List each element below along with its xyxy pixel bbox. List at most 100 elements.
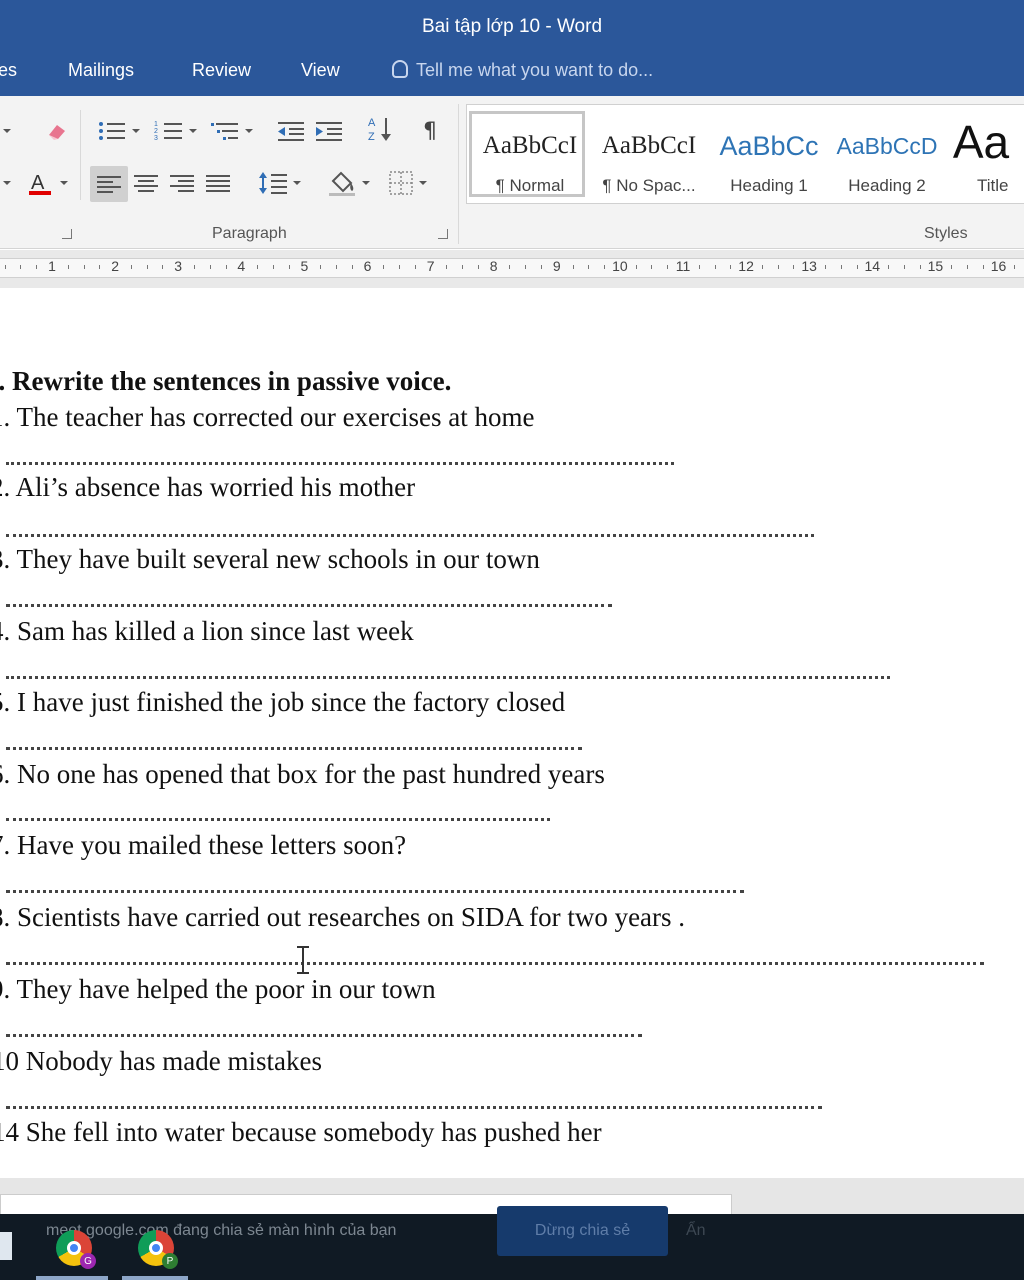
- font-dialog-launcher[interactable]: [62, 229, 72, 239]
- ruler-number: 6: [363, 258, 372, 274]
- paragraph-group-label: Paragraph: [212, 225, 287, 242]
- sentence-8: 8. Scientists have carried out researche…: [0, 902, 686, 932]
- ruler-tick: [67, 265, 69, 269]
- pilcrow-icon: ¶: [423, 118, 437, 144]
- tab-references[interactable]: es: [0, 60, 17, 81]
- answer-line-10[interactable]: [6, 1098, 822, 1109]
- borders-button[interactable]: [380, 168, 434, 198]
- sentence-9: 9. They have helped the poor in our town: [0, 974, 436, 1004]
- ruler-tick: [462, 265, 464, 269]
- tab-mailings[interactable]: Mailings: [68, 60, 134, 81]
- style-title-sample: Aa: [952, 116, 1010, 168]
- sentence-14: 14 She fell into water because somebody …: [0, 1117, 602, 1147]
- ruler-number: 2: [111, 258, 119, 274]
- sort-button[interactable]: AZ: [362, 114, 398, 144]
- align-left-button[interactable]: [90, 166, 128, 202]
- file-explorer-icon[interactable]: [0, 1232, 12, 1260]
- style-heading-1-name: Heading 1: [730, 176, 808, 195]
- decrease-indent-button[interactable]: [272, 116, 310, 146]
- line-spacing-icon: [258, 172, 287, 194]
- ruler-tick: [667, 265, 669, 269]
- svg-text:2: 2: [154, 128, 158, 135]
- show-formatting-button[interactable]: ¶: [414, 116, 446, 146]
- ruler-tick: [572, 265, 574, 269]
- style-heading-1[interactable]: AaBbCc Heading 1: [711, 111, 827, 197]
- sentence-7: 7. Have you mailed these letters soon?: [0, 830, 407, 860]
- lightbulb-icon: [392, 60, 408, 78]
- tell-me-search[interactable]: Tell me what you want to do...: [392, 60, 653, 81]
- line-spacing-button[interactable]: [254, 168, 304, 198]
- stop-sharing-button[interactable]: Dừng chia sẻ: [497, 1206, 668, 1256]
- bullets-icon: [98, 122, 125, 140]
- paragraph-dialog-launcher[interactable]: [438, 229, 448, 239]
- answer-line-3[interactable]: [6, 596, 612, 607]
- answer-line-4[interactable]: [6, 668, 890, 679]
- style-normal[interactable]: AaBbCcI ¶ Normal: [469, 111, 585, 197]
- tab-view[interactable]: View: [301, 60, 340, 81]
- document-page[interactable]: I. Rewrite the sentences in passive voic…: [0, 290, 1024, 1180]
- ruler-tick: [446, 265, 448, 269]
- font-size-dropdown[interactable]: [0, 116, 14, 146]
- chrome-profile-g-icon[interactable]: G: [56, 1230, 96, 1269]
- text-cursor-icon: [296, 946, 310, 974]
- paint-bucket-icon: [328, 171, 355, 196]
- increase-indent-icon: [316, 122, 342, 141]
- align-center-button[interactable]: [128, 168, 164, 198]
- ruler-number: 1: [48, 258, 56, 274]
- ruler-tick: [4, 265, 6, 269]
- shading-button[interactable]: [322, 168, 374, 198]
- highlight-dropdown[interactable]: [0, 168, 14, 198]
- eraser-icon: [49, 125, 65, 140]
- clear-formatting-button[interactable]: [42, 116, 72, 146]
- ruler-number: 7: [426, 258, 435, 274]
- answer-line-2[interactable]: [6, 526, 814, 537]
- ruler-tick: [146, 265, 148, 269]
- font-color-icon: A: [28, 172, 51, 195]
- ruler-tick: [730, 265, 732, 269]
- multilevel-list-button[interactable]: [206, 116, 256, 146]
- style-no-spacing[interactable]: AaBbCcI ¶ No Spac...: [591, 111, 707, 197]
- tab-review[interactable]: Review: [192, 60, 251, 81]
- styles-group-label: Styles: [924, 225, 968, 242]
- hide-sharing-button[interactable]: Ẩn: [686, 1222, 706, 1240]
- ruler-number: 9: [552, 258, 561, 274]
- screen-share-message: meet.google.com đang chia sẻ màn hình củ…: [46, 1222, 397, 1239]
- increase-indent-button[interactable]: [310, 116, 348, 146]
- answer-line-5[interactable]: [6, 739, 582, 750]
- align-left-icon: [97, 175, 121, 193]
- numbering-button[interactable]: 123: [150, 116, 200, 146]
- justify-button[interactable]: [200, 168, 236, 198]
- ruler-tick: [83, 265, 85, 269]
- answer-line-1[interactable]: [6, 454, 674, 465]
- ruler-tick: [399, 265, 401, 269]
- ruler-tick: [698, 265, 700, 269]
- answer-line-7[interactable]: [6, 882, 744, 893]
- bullets-button[interactable]: [92, 116, 144, 146]
- ruler-tick: [414, 265, 416, 269]
- ruler-tick: [761, 265, 763, 269]
- styles-gallery: AaBbCcI ¶ Normal AaBbCcI ¶ No Spac... Aa…: [466, 104, 1024, 204]
- answer-line-8[interactable]: [6, 954, 984, 965]
- font-color-button[interactable]: A: [24, 168, 70, 198]
- svg-text:1: 1: [154, 121, 158, 128]
- multilevel-list-icon: [210, 123, 238, 140]
- numbering-icon: 123: [154, 121, 182, 142]
- chrome-profile-p-icon[interactable]: P: [138, 1230, 178, 1269]
- align-right-button[interactable]: [164, 168, 200, 198]
- ruler-tick: [888, 265, 890, 269]
- style-title-name: Title: [977, 176, 1009, 195]
- svg-text:Z: Z: [368, 131, 375, 143]
- sentence-4: 4. Sam has killed a lion since last week: [0, 616, 414, 646]
- style-title[interactable]: Aa Title: [947, 111, 1024, 197]
- answer-line-6[interactable]: [6, 810, 550, 821]
- ruler-tick: [99, 265, 101, 269]
- ruler-tick: [477, 265, 479, 269]
- answer-line-9[interactable]: [6, 1026, 642, 1037]
- style-heading-2-name: Heading 2: [848, 176, 926, 195]
- ruler-tick: [335, 265, 337, 269]
- style-heading-2[interactable]: AaBbCcD Heading 2: [829, 111, 945, 197]
- exercise-heading: I. Rewrite the sentences in passive voic…: [0, 366, 452, 396]
- ruler-tick: [840, 265, 842, 269]
- ruler-tick: [635, 265, 637, 269]
- style-no-spacing-name: ¶ No Spac...: [602, 176, 696, 195]
